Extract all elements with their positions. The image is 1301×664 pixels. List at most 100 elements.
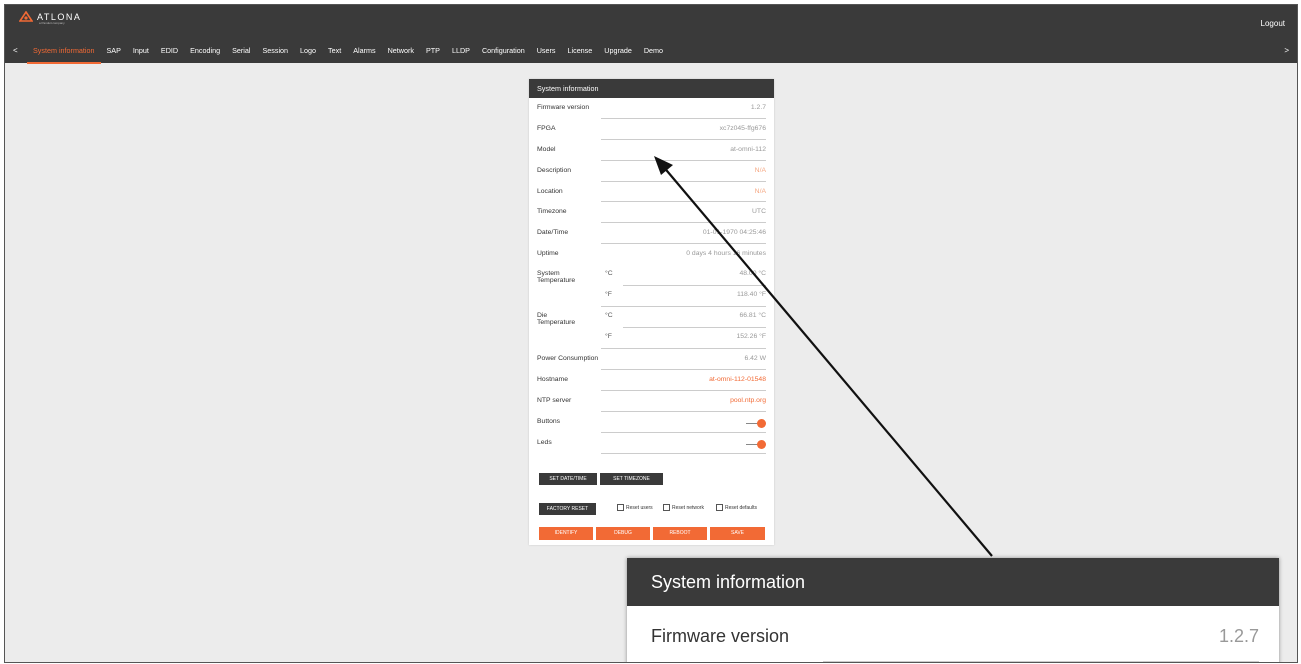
divider [623, 285, 766, 287]
die-temp-celsius: 66.81 °C [739, 312, 766, 320]
description-field[interactable]: N/A [755, 167, 766, 174]
uptime-row: Uptime 0 days 4 hours 16 minutes [529, 244, 774, 265]
firmware-value: 1.2.7 [750, 104, 766, 111]
power-row: Power Consumption 6.42 W [529, 349, 774, 371]
tab-demo[interactable]: Demo [638, 46, 669, 64]
system-temp-celsius: 48.00 °C [739, 270, 766, 278]
uptime-label: Uptime [537, 250, 559, 258]
tab-system-information[interactable]: System information [27, 46, 101, 64]
tab-session[interactable]: Session [256, 46, 294, 64]
celsius-unit: °C [605, 270, 613, 278]
reset-network-checkbox[interactable]: Reset network [663, 504, 704, 511]
factory-reset-button[interactable]: FACTORY RESET [539, 503, 596, 515]
hostname-field[interactable]: at-omni-112-01548 [709, 376, 766, 383]
hostname-row[interactable]: Hostname at-omni-112-01548 [529, 370, 774, 391]
timezone-value: UTC [752, 208, 766, 216]
fahrenheit-unit: °F [605, 291, 612, 299]
power-label: Power Consumption [537, 355, 599, 363]
fpga-label: FPGA [537, 124, 556, 132]
model-label: Model [537, 145, 556, 153]
datetime-label: Date/Time [537, 229, 569, 237]
reset-network-label: Reset network [672, 504, 704, 511]
tab-users[interactable]: Users [531, 46, 562, 64]
save-button[interactable]: SAVE [710, 527, 765, 540]
zoom-callout: System information Firmware version 1.2.… [627, 558, 1279, 662]
tab-encoding[interactable]: Encoding [184, 46, 226, 64]
leds-row: Leds [529, 433, 774, 454]
tab-alarms[interactable]: Alarms [347, 46, 381, 64]
location-row[interactable]: Location N/A [529, 182, 774, 203]
system-temperature-label: System Temperature [537, 270, 576, 285]
tab-edid[interactable]: EDID [155, 46, 184, 64]
timezone-row: Timezone UTC [529, 202, 774, 224]
datetime-value: 01-01-1970 04:25:46 [702, 229, 766, 237]
callout-firmware-label: Firmware version [651, 626, 790, 646]
tab-text[interactable]: Text [322, 46, 347, 64]
top-bar: ATLONA a Panduit company Logout < System… [5, 5, 1297, 64]
divider [823, 661, 1259, 662]
ntp-label: NTP server [537, 396, 572, 404]
tab-sap[interactable]: SAP [101, 46, 127, 64]
buttons-toggle[interactable] [746, 418, 766, 428]
tab-upgrade[interactable]: Upgrade [598, 46, 638, 64]
nav-prev-arrow-icon[interactable]: < [13, 46, 18, 55]
reboot-button[interactable]: REBOOT [653, 527, 707, 540]
leds-toggle[interactable] [746, 439, 766, 449]
tab-license[interactable]: License [562, 46, 599, 64]
system-temperature-row: System Temperature °C 48.00 °C °F 118.40… [529, 265, 774, 308]
set-timezone-button[interactable]: SET TIMEZONE [600, 473, 663, 485]
tab-network[interactable]: Network [382, 46, 420, 64]
tab-ptp[interactable]: PTP [420, 46, 446, 64]
die-temperature-label: Die Temperature [537, 312, 576, 327]
reset-defaults-checkbox[interactable]: Reset defaults [716, 504, 757, 511]
leds-label: Leds [537, 438, 552, 446]
checkbox-box[interactable] [617, 504, 624, 511]
identify-button[interactable]: IDENTIFY [539, 527, 593, 540]
power-value: 6.42 W [744, 355, 766, 363]
checkbox-box[interactable] [663, 504, 670, 511]
buttons-row: Buttons [529, 412, 774, 433]
tab-list: System information SAP Input EDID Encoding Se… [27, 46, 669, 64]
reset-users-label: Reset users [626, 504, 653, 511]
tab-serial[interactable]: Serial [226, 46, 256, 64]
tab-input[interactable]: Input [127, 46, 155, 64]
tab-navigation: < System information SAP Input EDID Encoding… [5, 44, 1297, 64]
ntp-server-field[interactable]: pool.ntp.org [730, 397, 766, 404]
fahrenheit-unit: °F [605, 333, 612, 341]
model-value: at-omni-112 [730, 145, 766, 153]
timezone-label: Timezone [537, 208, 567, 216]
callout-firmware-row: Firmware version 1.2.7 [627, 606, 1279, 662]
tab-logo[interactable]: Logo [294, 46, 322, 64]
location-field[interactable]: N/A [755, 188, 766, 195]
ntp-row[interactable]: NTP server pool.ntp.org [529, 391, 774, 412]
atlona-logo: ATLONA a Panduit company [19, 11, 82, 25]
callout-title: System information [627, 558, 1279, 606]
app-window: ATLONA a Panduit company Logout < System… [4, 4, 1298, 663]
description-label: Description [537, 166, 571, 174]
nav-next-arrow-icon[interactable]: > [1284, 46, 1289, 55]
checkbox-box[interactable] [716, 504, 723, 511]
panel-title: System information [529, 79, 774, 98]
toggle-knob [757, 439, 766, 449]
tab-lldp[interactable]: LLDP [446, 46, 476, 64]
logo-mark-icon [19, 11, 33, 22]
buttons-label: Buttons [537, 417, 561, 425]
system-info-panel: System information Firmware version 1.2.… [529, 79, 774, 545]
die-temperature-row: Die Temperature °C 66.81 °C °F 152.26 °F [529, 307, 774, 350]
tab-configuration[interactable]: Configuration [476, 46, 531, 64]
system-temp-fahrenheit: 118.40 °F [736, 291, 766, 299]
logo-text: ATLONA [37, 11, 82, 22]
logo-subtext: a Panduit company [39, 21, 65, 25]
celsius-unit: °C [605, 312, 613, 320]
set-datetime-button[interactable]: SET DATE/TIME [539, 473, 597, 485]
firmware-label: Firmware version [537, 104, 590, 111]
reset-users-checkbox[interactable]: Reset users [617, 504, 653, 511]
description-row[interactable]: Description N/A [529, 161, 774, 182]
divider [623, 327, 766, 329]
datetime-row: Date/Time 01-01-1970 04:25:46 [529, 223, 774, 245]
debug-button[interactable]: DEBUG [596, 527, 650, 540]
logout-link[interactable]: Logout [1261, 19, 1285, 28]
model-row: Model at-omni-112 [529, 140, 774, 161]
fpga-value: xc7z045-ffg676 [719, 124, 766, 132]
reset-defaults-label: Reset defaults [725, 504, 757, 511]
